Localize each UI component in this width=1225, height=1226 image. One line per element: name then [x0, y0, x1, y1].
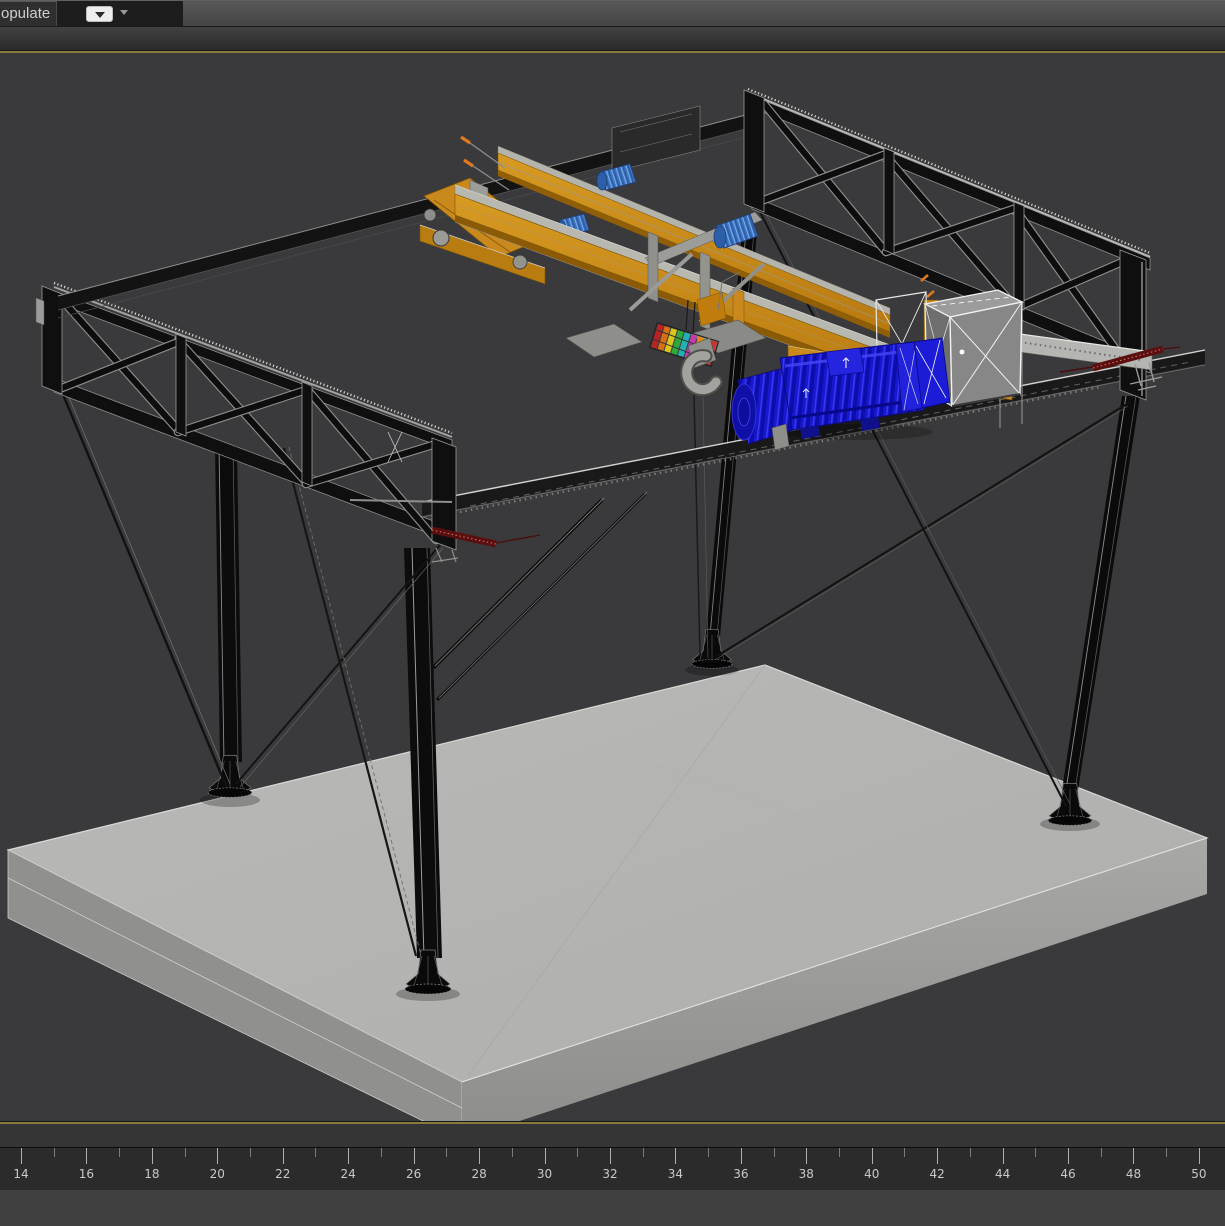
timeline-tick-minor: [642, 1148, 644, 1157]
timeline-frame-label: 24: [340, 1167, 356, 1181]
timeline-ruler[interactable]: 14 16 18 20 22 24 26 28 30 32 34 36 38 40 42 44 46 48 50: [0, 1147, 1225, 1190]
timeline-frame-label: 50: [1191, 1167, 1207, 1181]
timeline-frame-label: 32: [602, 1167, 618, 1181]
timeline-tick-major: [740, 1148, 742, 1164]
timeline-frame-label: 34: [667, 1167, 684, 1181]
timeline-tick-minor: [1166, 1148, 1168, 1157]
timeline-frame-label: 14: [13, 1167, 29, 1181]
motor-gearbox: [895, 337, 951, 413]
timeline-tick-minor: [839, 1148, 840, 1157]
timeline-tick-minor: [708, 1148, 710, 1157]
panel-flyout-button[interactable]: [86, 6, 113, 22]
timeline-frame-label: 30: [536, 1167, 553, 1181]
ribbon-tab-populate[interactable]: opulate: [0, 1, 57, 26]
timeline-frame-label: 48: [1125, 1167, 1142, 1181]
timeline-frame-label: 42: [929, 1167, 945, 1181]
timeline-frame-label: 16: [78, 1167, 95, 1181]
timeline-frame-label: 20: [209, 1167, 225, 1181]
timeline-tick-major: [871, 1148, 873, 1164]
timeline-tick-major: [609, 1148, 611, 1164]
timeline-frame-label: 40: [864, 1167, 880, 1181]
timeline-tick-major: [217, 1148, 219, 1164]
timeline-tick-major: [1133, 1148, 1135, 1164]
panel-flyout-icon: [95, 12, 105, 18]
ribbon-tab-label: opulate: [1, 5, 51, 22]
timeline-tick-major: [348, 1148, 350, 1164]
timeline-tick-minor: [315, 1148, 317, 1157]
timeline-tick-major: [21, 1148, 22, 1164]
viewport-3d[interactable]: [0, 53, 1225, 1121]
timeline-tick-major: [937, 1148, 939, 1164]
timeline-tick-major: [675, 1148, 677, 1164]
timeline-frame-label: 44: [994, 1167, 1011, 1181]
timeline-tick-minor: [1035, 1148, 1037, 1157]
timeline-tick-minor: [119, 1148, 121, 1157]
timeline-tick-minor: [446, 1148, 448, 1157]
timeline-tick-minor: [184, 1148, 186, 1157]
ribbon-panel-strip: [0, 26, 1225, 50]
timeline-frame-label: 18: [144, 1167, 160, 1181]
timeline-tick-major: [86, 1148, 88, 1164]
timeline-tick-minor: [904, 1148, 906, 1157]
timeline-tick-minor: [380, 1148, 382, 1157]
timeline-tick-major: [1198, 1148, 1200, 1164]
timeline-frame-label: 26: [405, 1167, 422, 1181]
timeline-tick-minor: [511, 1148, 513, 1157]
status-strip: [0, 1190, 1225, 1226]
cabinet-handle: [959, 349, 965, 355]
timeline-tick-major: [806, 1148, 808, 1164]
timeline-frame-label: 22: [275, 1167, 291, 1181]
timeline-tick-minor: [250, 1148, 252, 1157]
timeline-tick-minor: [1100, 1148, 1102, 1157]
timeline-tick-major: [1068, 1148, 1070, 1164]
timeline-tick-major: [479, 1148, 481, 1164]
timeline-tick-major: [544, 1148, 546, 1164]
timeline-tick-major: [151, 1148, 153, 1164]
timeline-tick-major: [1002, 1148, 1004, 1164]
timeline-tick-major: [413, 1148, 415, 1164]
timeline-tick-minor: [773, 1148, 775, 1157]
caret-down-icon[interactable]: [120, 10, 128, 15]
timeline-frame-label: 28: [471, 1167, 487, 1181]
timeline-frame-label: 46: [1060, 1167, 1076, 1181]
timeline-frame-label: 38: [798, 1167, 814, 1181]
timeline-tick-minor: [969, 1148, 971, 1157]
viewport-canvas[interactable]: [0, 53, 1225, 1121]
timeline-frame-label: 36: [733, 1167, 749, 1181]
track-bar[interactable]: [0, 1124, 1225, 1147]
timeline-tick-major: [282, 1148, 284, 1164]
timeline-tick-minor: [577, 1148, 579, 1157]
application-window: opulate 14 16 18 20 22 24 26 28 30 32 34…: [0, 0, 1225, 1226]
timeline-tick-minor: [53, 1148, 55, 1157]
ribbon-bar: opulate: [0, 0, 1225, 27]
